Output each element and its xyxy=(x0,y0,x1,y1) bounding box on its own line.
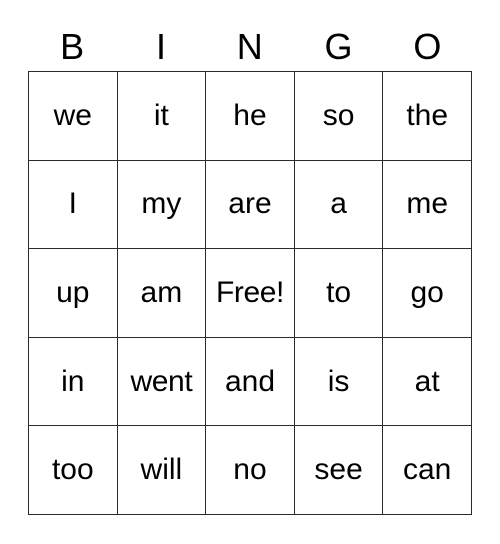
column-header-o: O xyxy=(383,22,472,66)
bingo-cell-g4[interactable]: is xyxy=(294,337,384,427)
bingo-cell-o4-label: at xyxy=(414,364,440,398)
bingo-cell-g4-label: is xyxy=(327,364,350,398)
bingo-cell-n2[interactable]: are xyxy=(206,160,295,250)
bingo-cell-b2-label: I xyxy=(68,187,77,221)
bingo-cell-i5-label: will xyxy=(140,453,183,487)
bingo-cell-i1[interactable]: it xyxy=(117,72,207,161)
column-header-i: I xyxy=(117,22,206,66)
bingo-card: B I N G O we it he so the I my are a me … xyxy=(0,0,500,544)
bingo-cell-o5-label: can xyxy=(402,453,452,487)
bingo-cell-b1[interactable]: we xyxy=(29,72,118,161)
bingo-cell-b2[interactable]: I xyxy=(29,160,118,250)
bingo-cell-b4[interactable]: in xyxy=(29,337,118,427)
column-header-n-label: N xyxy=(236,26,264,67)
bingo-cell-b3[interactable]: up xyxy=(29,249,118,338)
bingo-cell-g3-label: to xyxy=(326,275,352,309)
column-header-g-label: G xyxy=(324,26,354,67)
bingo-row: we it he so the xyxy=(29,72,472,161)
bingo-cell-b1-label: we xyxy=(53,98,92,132)
bingo-cell-o2-label: me xyxy=(406,187,449,221)
bingo-cell-b5-label: too xyxy=(51,453,94,487)
bingo-header-row: B I N G O xyxy=(28,22,472,66)
column-header-o-label: O xyxy=(413,26,442,67)
bingo-cell-n1-label: he xyxy=(233,98,267,132)
bingo-row: up am Free! to go xyxy=(29,249,472,338)
bingo-cell-n4-label: and xyxy=(224,364,276,398)
bingo-cell-o1-label: the xyxy=(406,98,449,132)
column-header-n: N xyxy=(206,22,295,66)
bingo-cell-o3-label: go xyxy=(410,275,444,309)
bingo-cell-b3-label: up xyxy=(56,275,90,309)
bingo-cell-n2-label: are xyxy=(228,187,272,221)
bingo-cell-i4[interactable]: went xyxy=(117,337,207,427)
bingo-cell-b4-label: in xyxy=(61,364,85,398)
column-header-b: B xyxy=(28,22,117,66)
bingo-cell-free-space[interactable]: Free! xyxy=(206,249,295,338)
bingo-row: too will no see can xyxy=(29,426,472,515)
bingo-cell-g2-label: a xyxy=(330,187,347,221)
bingo-cell-i1-label: it xyxy=(153,98,169,132)
bingo-cell-g1-label: so xyxy=(322,98,355,132)
bingo-cell-o4[interactable]: at xyxy=(383,337,472,427)
bingo-cell-g5[interactable]: see xyxy=(294,426,384,515)
column-header-i-label: I xyxy=(155,26,167,67)
bingo-cell-o1[interactable]: the xyxy=(383,72,472,161)
bingo-cell-n5[interactable]: no xyxy=(206,426,295,515)
bingo-cell-i2-label: my xyxy=(141,187,182,221)
bingo-cell-i5[interactable]: will xyxy=(117,426,207,515)
bingo-cell-n4[interactable]: and xyxy=(206,337,295,427)
bingo-cell-n5-label: no xyxy=(233,453,267,487)
bingo-cell-g2[interactable]: a xyxy=(294,160,384,250)
bingo-cell-i3-label: am xyxy=(140,275,183,309)
bingo-row: in went and is at xyxy=(29,337,472,427)
bingo-cell-n1[interactable]: he xyxy=(206,72,295,161)
bingo-cell-b5[interactable]: too xyxy=(29,426,118,515)
bingo-cell-free-space-label: Free! xyxy=(215,275,284,309)
column-header-b-label: B xyxy=(60,26,85,67)
bingo-cell-g1[interactable]: so xyxy=(294,72,384,161)
bingo-cell-i4-label: went xyxy=(130,364,193,398)
column-header-g: G xyxy=(294,22,383,66)
bingo-cell-o3[interactable]: go xyxy=(383,249,472,338)
bingo-grid: we it he so the I my are a me up am Free… xyxy=(28,71,472,515)
bingo-cell-o5[interactable]: can xyxy=(383,426,472,515)
bingo-cell-g5-label: see xyxy=(314,453,363,487)
bingo-row: I my are a me xyxy=(29,160,472,250)
bingo-cell-i3[interactable]: am xyxy=(117,249,207,338)
bingo-cell-i2[interactable]: my xyxy=(117,160,207,250)
bingo-cell-o2[interactable]: me xyxy=(383,160,472,250)
bingo-cell-g3[interactable]: to xyxy=(294,249,384,338)
